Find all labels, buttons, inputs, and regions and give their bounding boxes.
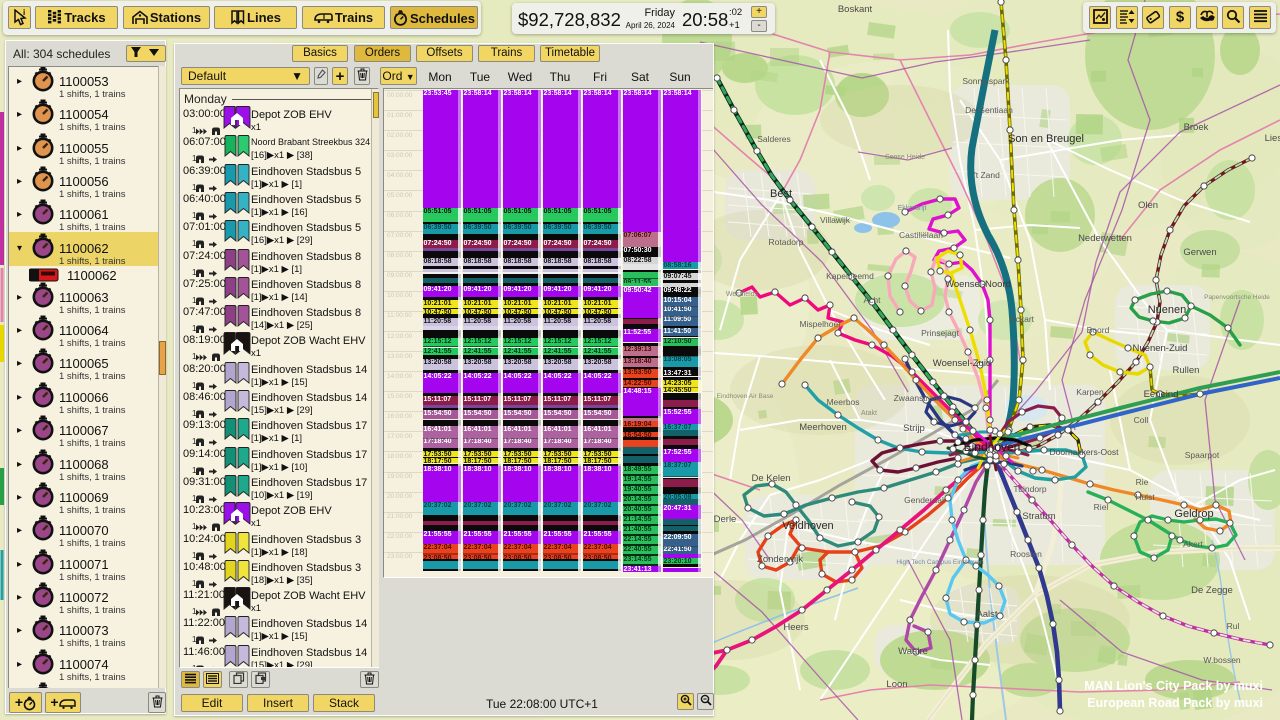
svg-text:Stratum: Stratum	[1022, 511, 1055, 522]
svg-text:European Road Pack by muxi: European Road Pack by muxi	[1087, 696, 1263, 710]
svg-text:Broek: Broek	[1184, 122, 1209, 133]
svg-text:De Zegge: De Zegge	[1191, 585, 1233, 596]
svg-text:Woensel-Zuid: Woensel-Zuid	[933, 358, 991, 369]
svg-text:'t Zand: 't Zand	[974, 170, 1000, 180]
svg-text:Spaarpot: Spaarpot	[1185, 450, 1220, 460]
svg-text:Strijp: Strijp	[903, 423, 925, 434]
svg-text:Olen: Olen	[1138, 200, 1158, 211]
svg-text:Sonse Heide: Sonse Heide	[885, 154, 925, 161]
svg-text:Rullen: Rullen	[1173, 365, 1200, 376]
svg-text:Genderdal: Genderdal	[904, 495, 944, 505]
svg-text:Son en Breugel: Son en Breugel	[1008, 133, 1084, 145]
svg-text:Derle: Derle	[714, 514, 737, 525]
svg-text:Meerbos: Meerbos	[826, 397, 859, 407]
svg-text:Zonderwijk: Zonderwijk	[757, 554, 803, 565]
svg-text:Meerhoven: Meerhoven	[799, 422, 847, 433]
svg-text:W.bossen: W.bossen	[1203, 655, 1241, 665]
svg-text:Kapelbeemd: Kapelbeemd	[826, 271, 874, 281]
svg-text:Akert: Akert	[1183, 539, 1203, 549]
svg-text:Boord: Boord	[1087, 325, 1110, 335]
svg-text:Nuenen: Nuenen	[1148, 304, 1187, 316]
svg-text:Nederwetten: Nederwetten	[1078, 233, 1132, 244]
svg-text:Veldhoven: Veldhoven	[782, 520, 833, 532]
svg-text:High Tech Campus Eindhoven: High Tech Campus Eindhoven	[896, 559, 984, 566]
svg-text:i: i	[23, 9, 25, 17]
svg-text:Nuenen-Zuid: Nuenen-Zuid	[1133, 343, 1188, 354]
svg-text:Geldrop: Geldrop	[1174, 508, 1213, 520]
svg-text:Coll: Coll	[1134, 415, 1149, 425]
svg-text:Acht: Acht	[863, 295, 881, 305]
svg-text:De Gentiaan: De Gentiaan	[965, 105, 1013, 115]
svg-text:Loon: Loon	[886, 679, 907, 690]
svg-text:Eindhoven Air Base: Eindhoven Air Base	[717, 393, 774, 400]
svg-text:$: $	[1176, 9, 1185, 25]
svg-text:Papenvoortsche Heide: Papenvoortsche Heide	[1204, 294, 1270, 301]
svg-text:Roosten: Roosten	[1010, 549, 1042, 559]
svg-text:Eckart: Eckart	[1010, 314, 1035, 324]
svg-text:Atakt: Atakt	[861, 410, 877, 417]
svg-text:MAN Lion's City Pack by muxi: MAN Lion's City Pack by muxi	[1084, 679, 1263, 693]
svg-text:Salderes: Salderes	[757, 134, 791, 144]
svg-text:Sonniuspark: Sonniuspark	[962, 76, 1010, 86]
svg-text:Waalre: Waalre	[898, 646, 928, 657]
svg-text:Prinsejagt: Prinsejagt	[921, 328, 959, 338]
svg-text:Liesh: Liesh	[1265, 133, 1280, 144]
svg-text:Ekkersrijt: Ekkersrijt	[898, 205, 927, 212]
svg-text:Castiliëlaan: Castiliëlaan	[899, 230, 943, 240]
svg-text:Boskant: Boskant	[838, 4, 873, 15]
svg-text:Eindhoven: Eindhoven	[964, 440, 1021, 454]
svg-text:Rie: Rie	[1136, 477, 1149, 487]
svg-text:Westfields: Westfields	[726, 291, 759, 298]
svg-text:Hulst: Hulst	[1135, 492, 1155, 502]
svg-text:Rul: Rul	[1227, 621, 1240, 631]
svg-text:Riel: Riel	[1094, 502, 1109, 512]
svg-text:Zwaanstraat: Zwaanstraat	[894, 393, 941, 403]
svg-text:Mispelhoef: Mispelhoef	[799, 319, 841, 329]
svg-text:Gerwen: Gerwen	[1183, 247, 1216, 258]
svg-text:Eeneind: Eeneind	[1144, 389, 1179, 400]
svg-text:Villawijk: Villawijk	[820, 215, 851, 225]
svg-text:Woensel-Noord: Woensel-Noord	[945, 279, 1011, 290]
svg-text:Aalst: Aalst	[976, 609, 997, 620]
svg-text:De Kelen: De Kelen	[751, 473, 790, 484]
svg-text:Rotadorp: Rotadorp	[769, 237, 804, 247]
svg-text:Karpen: Karpen	[1076, 387, 1104, 397]
svg-text:Tuindorp: Tuindorp	[1013, 484, 1047, 494]
svg-text:Best: Best	[770, 188, 792, 200]
svg-text:Doornakkers-Oost: Doornakkers-Oost	[1050, 447, 1120, 457]
svg-text:Heers: Heers	[783, 622, 809, 633]
